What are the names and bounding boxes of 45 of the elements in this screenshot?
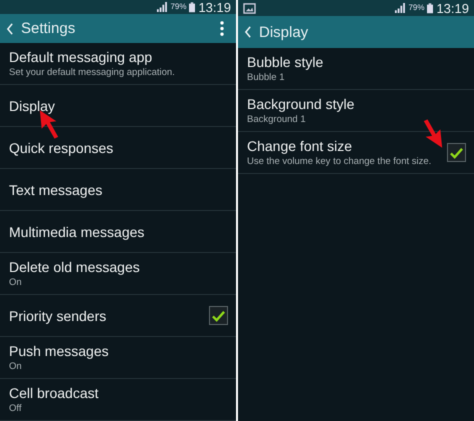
back-button[interactable]: Settings: [4, 18, 78, 40]
item-title: Default messaging app: [9, 49, 154, 65]
list-item[interactable]: Multimedia messages: [0, 211, 236, 253]
list-item[interactable]: Cell broadcast Off: [0, 379, 236, 421]
signal-icon: [394, 3, 406, 13]
item-summary: Background 1: [247, 114, 307, 125]
item-summary: Set your default messaging application.: [9, 67, 175, 78]
list-item[interactable]: Text messages: [0, 169, 236, 211]
item-title: Multimedia messages: [9, 224, 144, 240]
list-item[interactable]: Push messages On: [0, 337, 236, 379]
list-item[interactable]: Bubble style Bubble 1: [238, 48, 474, 90]
check-icon: [449, 146, 464, 159]
battery-icon: [427, 2, 434, 14]
check-icon: [211, 309, 226, 322]
item-title: Priority senders: [9, 308, 106, 324]
item-title: Text messages: [9, 182, 102, 198]
checkbox[interactable]: [447, 143, 466, 162]
battery-percent: 79%: [170, 3, 186, 12]
item-title: Push messages: [9, 343, 109, 359]
item-title: Change font size: [247, 138, 354, 154]
pointer-arrow: [422, 118, 444, 150]
item-summary: Off: [9, 403, 22, 414]
menu-icon: [220, 21, 224, 36]
signal-icon: [156, 2, 168, 12]
checkbox[interactable]: [209, 306, 228, 325]
battery-percent: 79%: [408, 4, 424, 12]
clock: 13:19: [198, 0, 231, 14]
back-icon: [244, 26, 252, 38]
item-title: Delete old messages: [9, 259, 140, 275]
item-summary: On: [9, 361, 23, 372]
list-item[interactable]: Default messaging app Set your default messaging application.: [0, 43, 236, 85]
back-button[interactable]: Display: [242, 22, 310, 42]
back-icon: [6, 22, 14, 35]
item-title: Bubble style: [247, 54, 324, 70]
clock: 13:19: [436, 2, 469, 14]
item-summary: On: [9, 277, 23, 288]
item-title: Quick responses: [9, 140, 114, 156]
item-title: Background style: [247, 96, 354, 112]
list-item[interactable]: Priority senders: [0, 295, 236, 337]
item-title: Cell broadcast: [9, 385, 98, 401]
item-title: Display: [9, 98, 55, 114]
item-summary: Bubble 1: [247, 72, 286, 83]
list-item[interactable]: Delete old messages On: [0, 253, 236, 295]
item-summary: Use the volume key to change the font size.: [247, 156, 432, 167]
battery-icon: [189, 2, 196, 13]
